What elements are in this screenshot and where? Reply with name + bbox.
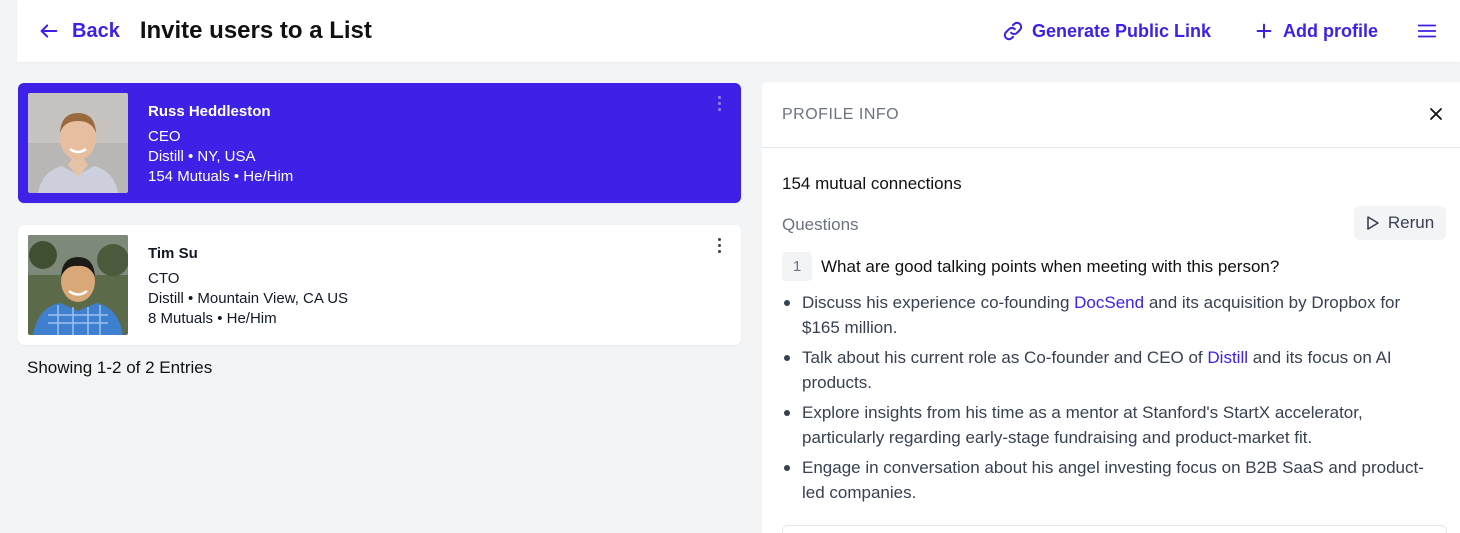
back-button[interactable]: Back — [38, 20, 120, 43]
kebab-icon — [717, 237, 721, 241]
hamburger-icon — [1417, 24, 1437, 38]
more-options-button[interactable] — [711, 93, 727, 113]
kebab-dot — [717, 107, 721, 111]
profile-name: Tim Su — [148, 245, 198, 262]
next-question-card — [782, 525, 1447, 533]
list-item: Discuss his experience co-founding DocSe… — [782, 290, 1442, 340]
panel-title: PROFILE INFO — [782, 105, 900, 123]
panel-header: PROFILE INFO — [762, 82, 1460, 148]
answer-text: Discuss his experience co-founding — [802, 293, 1075, 312]
generate-public-link-button[interactable]: Generate Public Link — [1002, 20, 1211, 42]
list-item: Engage in conversation about his angel i… — [782, 455, 1442, 505]
answer-list: Discuss his experience co-founding DocSe… — [782, 290, 1442, 510]
top-bar: Back Invite users to a List Generate Pub… — [17, 0, 1460, 62]
page-title: Invite users to a List — [139, 17, 372, 44]
question-number: 1 — [782, 252, 812, 281]
play-icon — [1367, 216, 1379, 230]
answer-text: Engage in conversation about his angel i… — [802, 458, 1424, 502]
profile-location: Distill • NY, USA — [148, 148, 256, 165]
rerun-button[interactable]: Rerun — [1354, 206, 1446, 240]
answer-text: Explore insights from his time as a ment… — [802, 403, 1363, 447]
plus-icon — [1256, 23, 1272, 39]
entries-count: Showing 1-2 of 2 Entries — [27, 358, 213, 377]
questions-label: Questions — [782, 215, 859, 234]
kebab-dot — [717, 243, 721, 247]
more-options-button[interactable] — [711, 235, 727, 255]
add-profile-button[interactable]: Add profile — [1253, 20, 1378, 42]
arrow-left-icon — [40, 24, 58, 38]
profile-name: Russ Heddleston — [148, 103, 271, 120]
mutual-connections: 154 mutual connections — [782, 174, 962, 193]
generate-link-label: Generate Public Link — [1031, 20, 1211, 41]
distill-link[interactable]: Distill — [1207, 348, 1248, 367]
profile-info: Russ Heddleston CEO Distill • NY, USA 15… — [148, 102, 293, 187]
profile-role: CTO — [148, 270, 180, 287]
avatar — [28, 93, 128, 193]
profile-meta: 8 Mutuals • He/Him — [148, 310, 277, 327]
link-icon — [1003, 21, 1023, 41]
kebab-dot — [717, 249, 721, 253]
menu-button[interactable] — [1416, 20, 1438, 42]
kebab-icon — [717, 95, 721, 99]
docsend-link[interactable]: DocSend — [1074, 293, 1144, 312]
profile-info: Tim Su CTO Distill • Mountain View, CA U… — [148, 244, 348, 329]
kebab-dot — [717, 101, 721, 105]
list-item: Talk about his current role as Co-founde… — [782, 345, 1442, 395]
profile-role: CEO — [148, 128, 181, 145]
profile-card-russ-heddleston[interactable]: Russ Heddleston CEO Distill • NY, USA 15… — [18, 83, 741, 203]
rerun-label: Rerun — [1387, 213, 1435, 232]
question-text: What are good talking points when meetin… — [821, 257, 1280, 276]
profile-info-panel: PROFILE INFO 154 mutual connections Ques… — [762, 82, 1460, 533]
profile-location: Distill • Mountain View, CA US — [148, 290, 349, 307]
add-profile-label: Add profile — [1283, 20, 1378, 41]
close-icon[interactable] — [1428, 106, 1444, 122]
back-label: Back — [72, 19, 120, 42]
profile-meta: 154 Mutuals • He/Him — [148, 168, 294, 185]
header-actions: Generate Public Link Add profile — [1002, 20, 1460, 42]
avatar — [28, 235, 128, 335]
profile-card-tim-su[interactable]: Tim Su CTO Distill • Mountain View, CA U… — [18, 225, 741, 345]
answer-text: Talk about his current role as Co-founde… — [802, 348, 1208, 367]
list-item: Explore insights from his time as a ment… — [782, 400, 1442, 450]
